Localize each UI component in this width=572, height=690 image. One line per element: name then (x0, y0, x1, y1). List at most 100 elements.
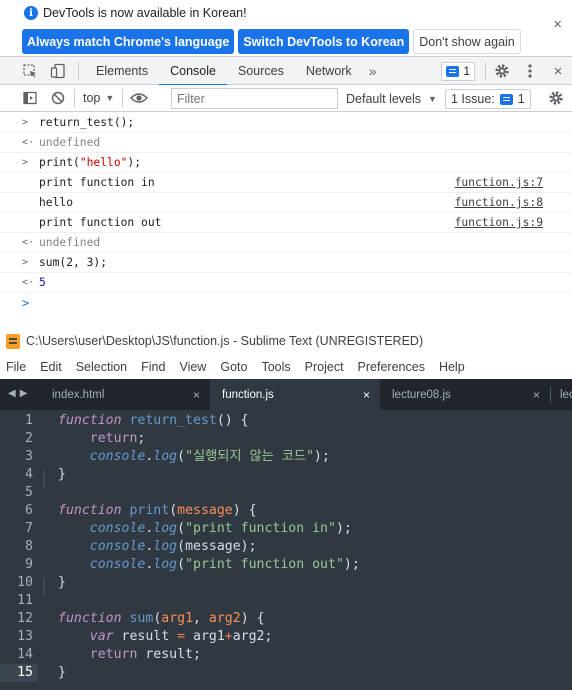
tab-close-icon[interactable]: × (533, 388, 540, 402)
modified-line-marker (43, 470, 45, 488)
line-number: 7 (25, 521, 33, 536)
code-line-12: function sum(arg1, arg2) { (58, 610, 265, 628)
console-text: print function out (39, 216, 162, 229)
tab-lecture08-js[interactable]: lecture08.js × (380, 379, 550, 410)
close-devtools-icon[interactable]: × (544, 57, 572, 85)
line-number: 6 (25, 503, 33, 518)
tab-sources[interactable]: Sources (227, 57, 295, 85)
code-fragment: arg2; (232, 629, 273, 644)
line-number: 4 (25, 467, 33, 482)
tab-console[interactable]: Console (159, 57, 227, 86)
code-fragment: result; (137, 647, 201, 662)
code-line-15: } (58, 665, 66, 680)
dont-show-again-button[interactable]: Don't show again (413, 29, 521, 54)
code-line-13: var result = arg1+arg2; (58, 628, 273, 646)
tab-scroll-arrows-icon[interactable]: ◀▶ (8, 388, 31, 399)
input-chevron-icon: > (22, 157, 29, 168)
log-levels-select[interactable]: Default levels ▼ (346, 85, 437, 112)
parameter: arg1 (161, 611, 194, 626)
source-link[interactable]: function.js:9 (455, 216, 543, 229)
source-link[interactable]: function.js:8 (455, 196, 543, 209)
keyword: var (89, 629, 114, 644)
parameter: message (177, 503, 233, 518)
console-text: undefined (39, 136, 101, 149)
source-link[interactable]: function.js:7 (455, 176, 543, 189)
line-number: 13 (17, 629, 33, 644)
code-line-8: console.log(message); (58, 538, 257, 556)
tab-index-html[interactable]: index.html × (40, 379, 210, 410)
window-titlebar: C:\Users\user\Desktop\JS\function.js - S… (0, 327, 572, 355)
code-fragment: ( (169, 503, 178, 518)
keyword: return (89, 431, 138, 446)
sidebar-toggle-icon[interactable] (16, 84, 44, 112)
device-toolbar-icon[interactable] (44, 57, 72, 85)
menu-preferences[interactable]: Preferences (358, 360, 425, 374)
filter-input[interactable] (171, 88, 338, 109)
line-number: 5 (25, 485, 33, 500)
menu-find[interactable]: Find (141, 360, 165, 374)
function-name: sum (129, 611, 154, 626)
more-tabs-icon[interactable]: » (363, 63, 383, 79)
code-editor[interactable]: 1 2 3 4 5 6 7 8 9 10 11 12 13 14 15 func… (0, 410, 572, 690)
code-line-1: function return_test() { (58, 412, 249, 430)
issues-button[interactable]: 1 Issue: 1 (445, 89, 531, 109)
menu-file[interactable]: File (6, 360, 26, 374)
code-line-14: return result; (58, 646, 201, 664)
code-line-3: console.log("실행되지 않는 코드"); (58, 448, 330, 466)
console-settings-gear-icon[interactable] (548, 90, 564, 109)
result-arrow-icon: <· (22, 237, 35, 248)
code-fragment: ); (343, 557, 360, 572)
menu-view[interactable]: View (179, 360, 206, 374)
live-expression-eye-icon[interactable] (125, 84, 153, 112)
menu-goto[interactable]: Goto (220, 360, 247, 374)
tab-function-js[interactable]: function.js × (210, 379, 380, 410)
string-literal: "실행되지 않는 코드" (185, 449, 314, 464)
console-text: return_test(); (39, 116, 135, 129)
console-result-line: <· 5 (0, 273, 572, 293)
infobar-message-row: i DevTools is now available in Korean! (24, 6, 247, 20)
sublime-window: C:\Users\user\Desktop\JS\function.js - S… (0, 327, 572, 690)
result-arrow-icon: <· (22, 277, 35, 288)
always-match-language-button[interactable]: Always match Chrome's language (22, 29, 235, 54)
code-fragment: arg1 (185, 629, 225, 644)
menu-selection[interactable]: Selection (76, 360, 127, 374)
code-fragment: ); (335, 521, 352, 536)
tab-close-icon[interactable]: × (193, 388, 200, 402)
input-chevron-icon: > (22, 257, 29, 268)
devtools-tabbar: Elements Console Sources Network » 1 × (0, 57, 572, 86)
menu-help[interactable]: Help (439, 360, 465, 374)
tab-lecture-partial[interactable]: lec (550, 379, 572, 410)
tab-network[interactable]: Network (295, 57, 363, 85)
tab-close-icon[interactable]: × (363, 388, 370, 402)
tab-elements[interactable]: Elements (85, 57, 159, 85)
editor-tabbar: ◀▶ index.html × function.js × lecture08.… (0, 379, 572, 410)
console-text: hello (39, 196, 74, 209)
issues-badge[interactable]: 1 (441, 61, 475, 81)
code-fragment: ); (313, 449, 330, 464)
console-prompt[interactable]: > (0, 293, 572, 313)
object-name: console (89, 449, 146, 464)
more-options-icon[interactable] (516, 57, 544, 85)
code-fragment: ( (177, 557, 186, 572)
clear-console-icon[interactable] (44, 84, 72, 112)
toolbar-right: 1 × (441, 57, 572, 85)
console-input-line: > sum(2, 3); (0, 253, 572, 273)
object-name: console (89, 557, 146, 572)
operator: = (177, 629, 186, 644)
keyword: function (58, 503, 122, 518)
console-input-line: > return_test(); (0, 113, 572, 133)
close-icon[interactable]: × (553, 16, 562, 33)
console-text: undefined (39, 236, 101, 249)
toolbar-divider (122, 89, 124, 107)
menu-edit[interactable]: Edit (40, 360, 62, 374)
switch-to-korean-button[interactable]: Switch DevTools to Korean (238, 29, 410, 54)
modified-line-marker (43, 578, 45, 596)
code-line-9: console.log("print function out"); (58, 556, 360, 574)
line-number: 9 (25, 557, 33, 572)
menu-tools[interactable]: Tools (261, 360, 290, 374)
inspect-element-icon[interactable] (16, 57, 44, 85)
console-filterbar: top ▼ Default levels ▼ 1 Issue: 1 (0, 85, 572, 112)
menu-project[interactable]: Project (305, 360, 344, 374)
context-select[interactable]: top ▼ (77, 91, 120, 105)
settings-gear-icon[interactable] (488, 57, 516, 85)
